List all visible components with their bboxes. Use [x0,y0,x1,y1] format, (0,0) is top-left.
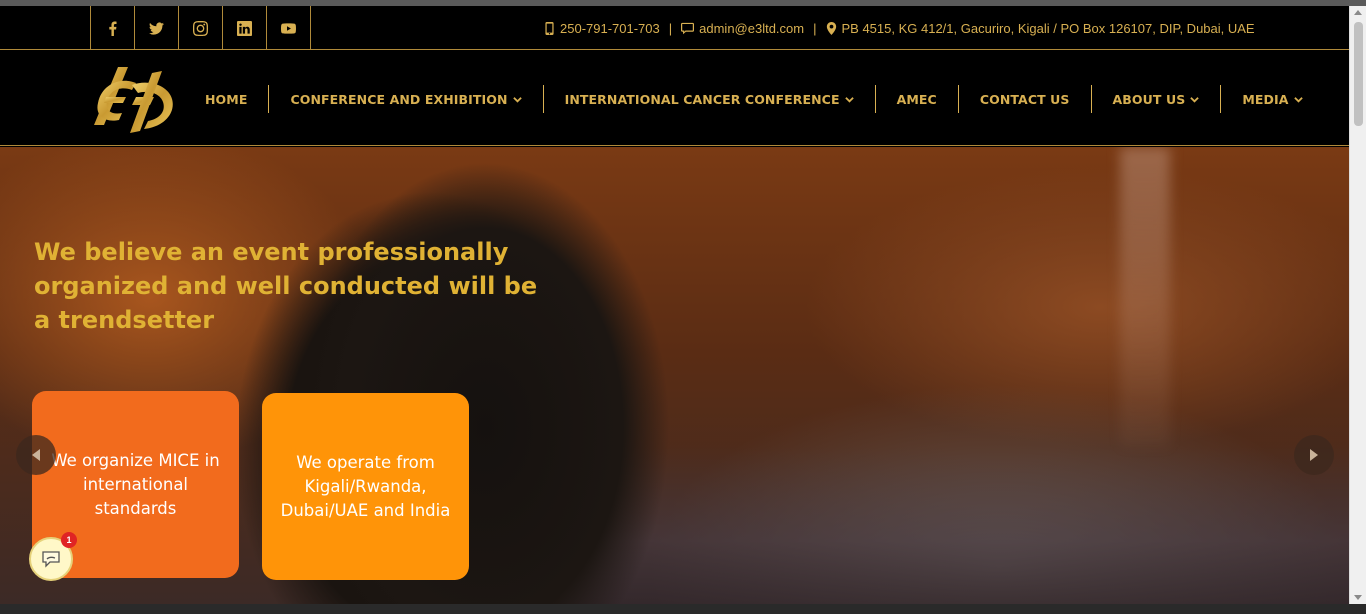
top-bar: 250-791-701-703 | admin@e3ltd.com | PB 4… [0,6,1349,50]
taskbar-edge [0,604,1366,614]
nav-item-label: MEDIA [1242,91,1289,107]
chevron-down-icon [844,96,854,103]
linkedin-link[interactable] [223,6,267,50]
social-links [90,6,311,50]
email-address: admin@e3ltd.com [699,20,805,36]
nav-item-label: INTERNATIONAL CANCER CONFERENCE [564,91,840,107]
slider-next-button[interactable] [1294,435,1334,475]
feature-card-text: We organize MICE in international standa… [51,450,220,518]
twitter-icon [149,21,164,35]
chevron-down-icon [1190,96,1200,103]
arrow-left-icon [32,449,40,461]
chevron-down-icon [512,96,522,103]
nav-item-conference-and-exhibition[interactable]: CONFERENCE AND EXHIBITION [269,85,544,113]
background-light-beam [1120,147,1170,447]
feature-card-text: We operate from Kigali/Rwanda, Dubai/UAE… [280,452,451,520]
youtube-icon [281,22,296,34]
nav-item-media[interactable]: MEDIA [1221,85,1323,113]
hero-headline: We believe an event professionally organ… [34,238,538,334]
nav-item-about-us[interactable]: ABOUT US [1092,85,1222,113]
linkedin-icon [237,20,252,36]
phone-contact[interactable]: 250-791-701-703 [544,21,660,36]
page-scrollbar[interactable] [1349,6,1366,604]
chat-notification-badge: 1 [61,532,77,548]
chat-icon [42,551,60,568]
hero-slider: We believe an event professionally organ… [0,147,1349,604]
nav-item-contact-us[interactable]: CONTACT US [959,85,1092,113]
nav-item-label: AMEC [896,91,937,107]
nav-item-label: CONFERENCE AND EXHIBITION [290,91,508,107]
mobile-phone-icon [545,21,554,35]
address-text: PB 4515, KG 412/1, Gacuriro, Kigali / PO… [841,20,1255,36]
chevron-down-icon [1293,96,1303,103]
nav-item-label: CONTACT US [979,91,1070,107]
facebook-link[interactable] [91,6,135,50]
arrow-right-icon [1310,449,1318,461]
map-marker-icon [826,21,836,35]
separator: | [813,20,817,36]
facebook-icon [109,20,117,36]
youtube-link[interactable] [267,6,311,50]
nav-item-label: HOME [205,91,248,107]
email-contact[interactable]: admin@e3ltd.com [681,21,804,36]
separator: | [668,20,673,36]
scrollbar-thumb[interactable] [1354,22,1363,126]
nav-item-amec[interactable]: AMEC [876,85,959,113]
instagram-link[interactable] [179,6,223,50]
scroll-up-arrow-icon[interactable] [1354,10,1362,15]
main-navbar: HOME CONFERENCE AND EXHIBITION INTERNATI… [0,51,1349,146]
scroll-down-arrow-icon[interactable] [1354,595,1362,600]
nav-item-international-cancer-conference[interactable]: INTERNATIONAL CANCER CONFERENCE [544,85,876,113]
nav-menu: HOME CONFERENCE AND EXHIBITION INTERNATI… [184,85,1324,113]
nav-item-label: ABOUT US [1112,91,1186,107]
nav-item-home[interactable]: HOME [184,85,270,113]
e3-logo[interactable] [92,63,176,135]
twitter-link[interactable] [135,6,179,50]
instagram-icon [193,20,208,36]
slider-prev-button[interactable] [16,435,56,475]
phone-number: 250-791-701-703 [560,20,660,36]
chat-bubble-icon [681,22,695,34]
address-contact: PB 4515, KG 412/1, Gacuriro, Kigali / PO… [826,21,1255,36]
contact-info: 250-791-701-703 | admin@e3ltd.com | PB 4… [544,6,1255,50]
feature-card-locations: We operate from Kigali/Rwanda, Dubai/UAE… [262,393,469,580]
